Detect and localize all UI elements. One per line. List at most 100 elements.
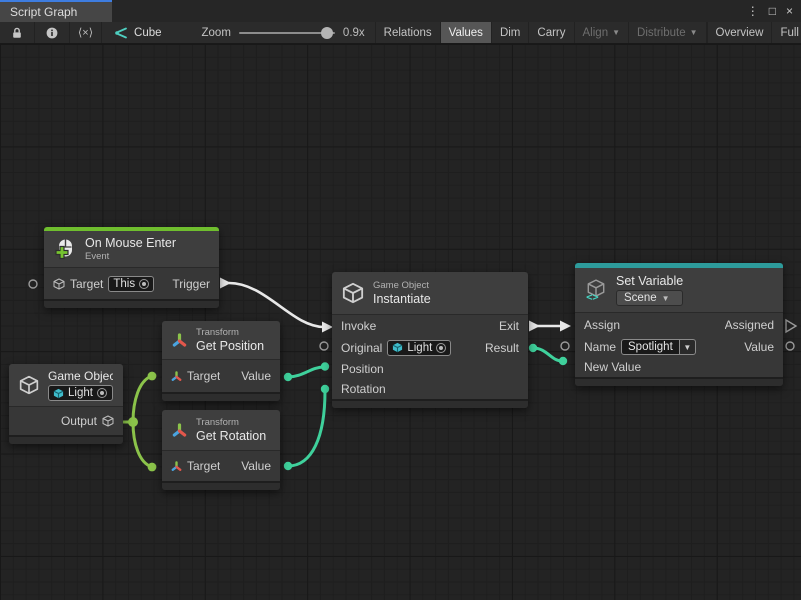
graph-canvas[interactable]: On Mouse Enter Event Target This Trigger [0,44,801,600]
align-label: Align [583,27,609,39]
cube-icon [19,375,39,395]
trigger-port-label: Trigger [172,277,210,291]
variable-name-dropdown[interactable]: Spotlight ▼ [621,339,696,355]
target-object-field[interactable]: This [108,276,154,292]
relations-button[interactable]: Relations [376,22,441,43]
variable-scope-dropdown[interactable]: Scene ▼ [616,290,683,306]
original-object-field[interactable]: Light [387,340,451,356]
node-title: Get Position [196,339,264,353]
carry-button[interactable]: Carry [529,22,574,43]
invoke-port-label: Invoke [341,319,376,333]
variable-scope-value: Scene [624,292,657,304]
node-footer [162,392,280,401]
breadcrumb-graph-name: Cube [134,27,162,39]
port-setvariable-assigned [786,320,796,332]
distribute-button[interactable]: Distribute ▼ [629,22,707,43]
cube-icon [102,415,114,427]
zoom-label: Zoom [202,27,231,39]
graph-icon [114,26,128,40]
carry-label: Carry [537,27,565,39]
dim-label: Dim [500,27,520,39]
titlebar-spacer [112,0,747,22]
node-game-object-light[interactable]: Game Object Light Output [9,364,123,444]
zoom-value: 0.9x [343,27,365,39]
node-title: Set Variable [616,274,683,288]
result-port-label: Result [485,341,519,355]
chevron-down-icon: ▼ [662,294,670,303]
node-title: Get Rotation [196,429,266,443]
variable-name-value: Spotlight [621,339,680,355]
position-port-label: Position [341,362,384,376]
zoom-slider-knob[interactable] [321,27,333,39]
port-instantiate-original [320,342,328,350]
graph-toolbar: ⟨×⟩ Cube Zoom 0.9x Relations Values Dim … [0,22,801,44]
name-port-label: Name [584,340,616,354]
wire-light-output-branch [123,372,156,472]
maximize-icon[interactable]: □ [769,5,776,17]
kebab-menu-icon[interactable]: ⋮ [747,5,759,17]
cube-icon [53,278,65,290]
new-value-port-label: New Value [584,360,641,374]
overview-button[interactable]: Overview [707,22,773,43]
script-graph-window: Script Graph ⋮ □ × ⟨×⟩ Cube Zoom 0.9x Re… [0,0,801,600]
values-button[interactable]: Values [441,22,492,43]
node-get-position[interactable]: Transform Get Position Target Value [162,321,280,401]
port-setvariable-value [786,342,794,350]
node-instantiate[interactable]: Game Object Instantiate Invoke Exit Orig… [332,272,528,408]
breadcrumb[interactable]: Cube [102,22,174,43]
node-title: On Mouse Enter [85,236,176,250]
values-label: Values [449,27,483,39]
fullscreen-button[interactable]: Full Screen [772,22,801,43]
set-variable-icon [585,279,607,301]
align-button[interactable]: Align▼ [575,22,630,43]
node-category: Transform [196,327,264,338]
node-title: Game Object [48,369,113,383]
unity-object-icon [392,342,403,353]
distribute-label: Distribute [637,27,686,39]
original-object-value: Light [407,342,432,354]
node-footer [9,435,123,444]
cube-icon [342,282,364,304]
titlebar: Script Graph ⋮ □ × [0,0,801,22]
zoom-control: Zoom 0.9x [192,22,375,43]
target-object-value: This [113,278,135,290]
node-category: Game Object [373,280,431,291]
close-icon[interactable]: × [786,5,793,17]
mouse-event-icon [54,238,76,260]
node-subtitle: Event [85,251,176,262]
object-picker-icon[interactable] [139,279,149,289]
dim-button[interactable]: Dim [492,22,529,43]
output-port-label: Output [61,414,97,428]
transform-icon [172,423,187,438]
node-get-rotation[interactable]: Transform Get Rotation Target Value [162,410,280,490]
lock-icon [11,27,23,39]
assign-port-label: Assign [584,318,620,332]
relations-label: Relations [384,27,432,39]
object-picker-icon[interactable] [97,388,107,398]
info-button[interactable] [35,22,70,43]
tab-title: Script Graph [10,5,77,19]
target-port-label: Target [187,369,220,383]
node-footer [44,299,219,308]
node-footer [575,377,783,386]
fullscreen-label: Full Screen [780,27,801,39]
lock-button[interactable] [0,22,35,43]
light-object-field[interactable]: Light [48,385,113,401]
original-port-label: Original [341,341,382,355]
object-picker-icon[interactable] [436,343,446,353]
window-controls: ⋮ □ × [747,0,801,22]
chevron-down-icon: ▼ [612,28,620,37]
rotation-port-label: Rotation [341,382,386,396]
transform-icon [171,461,182,472]
tab-script-graph[interactable]: Script Graph [0,0,112,22]
node-title: Instantiate [373,292,431,306]
zoom-slider[interactable] [239,32,335,34]
chevron-down-icon: ▼ [690,28,698,37]
value-port-label: Value [241,459,271,473]
light-object-value: Light [68,387,93,399]
node-on-mouse-enter[interactable]: On Mouse Enter Event Target This Trigger [44,227,219,308]
wire-exit-to-assign [529,321,571,332]
node-set-variable[interactable]: Set Variable Scene ▼ Assign Assigned Nam… [575,263,783,386]
edit-graph-button[interactable]: ⟨×⟩ [70,22,102,43]
transform-icon [172,333,187,348]
